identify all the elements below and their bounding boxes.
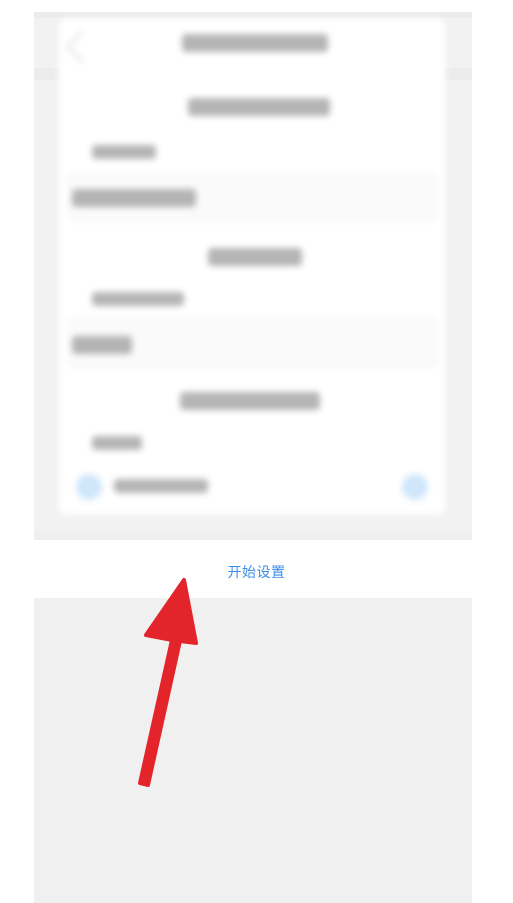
blurred-section-heading: [180, 392, 320, 410]
blurred-label: [92, 436, 142, 450]
blurred-field-value: [72, 189, 196, 207]
back-icon: [65, 30, 98, 63]
blurred-field-value: [72, 336, 132, 354]
empty-content-area: [34, 598, 472, 903]
blurred-checkbox-label: [114, 479, 208, 493]
checkbox-icon: [76, 474, 102, 500]
annotation-arrow-icon: [138, 578, 198, 787]
blurred-label: [92, 145, 156, 159]
blurred-section-heading: [208, 248, 302, 266]
blurred-preview-card: [58, 18, 446, 515]
blurred-title: [182, 34, 328, 52]
info-icon: [402, 474, 428, 500]
start-setup-button[interactable]: 开始设置: [0, 562, 513, 582]
blurred-section-heading: [188, 98, 330, 116]
blurred-label: [92, 292, 184, 306]
